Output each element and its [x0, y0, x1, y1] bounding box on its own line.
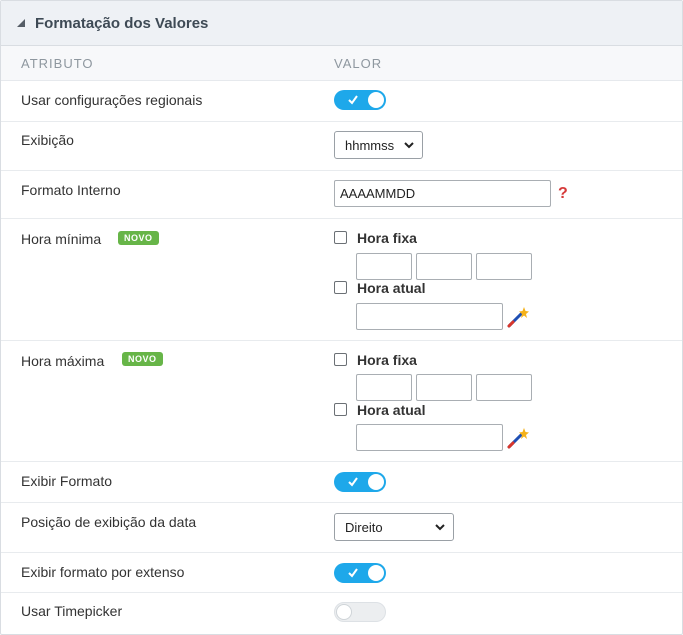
hora-minima-hour-input[interactable]: [356, 253, 412, 280]
chevron-down-icon: [404, 142, 414, 149]
row-exibir-formato: Exibir Formato: [1, 462, 682, 503]
toggle-knob: [368, 565, 384, 581]
hora-minima-current-checkbox[interactable]: [334, 281, 347, 294]
exibir-formato-label: Exibir Formato: [21, 473, 113, 489]
check-icon: [348, 568, 358, 578]
formatting-panel: Formatação dos Valores ATRIBUTO VALOR Us…: [0, 0, 683, 635]
triangle-collapse-icon[interactable]: [16, 18, 26, 28]
row-hora-minima: Hora mínima NOVO Hora fixa Hora atual: [1, 219, 682, 341]
new-badge: NOVO: [122, 352, 163, 366]
formato-interno-label: Formato Interno: [21, 182, 121, 198]
chevron-down-icon: [435, 524, 445, 531]
posicao-selected-value: Direito: [345, 520, 383, 535]
por-extenso-label: Exibir formato por extenso: [21, 564, 185, 580]
hora-minima-current-label[interactable]: Hora atual: [357, 280, 425, 296]
hora-maxima-second-input[interactable]: [476, 374, 532, 401]
posicao-data-label: Posição de exibição da data: [21, 514, 197, 530]
column-header: ATRIBUTO VALOR: [1, 46, 682, 81]
row-regional-settings: Usar configurações regionais: [1, 81, 682, 122]
timepicker-toggle[interactable]: [334, 602, 386, 622]
hora-minima-current-input[interactable]: [356, 303, 503, 330]
hora-minima-second-input[interactable]: [476, 253, 532, 280]
formato-interno-input[interactable]: AAAAMMDD: [334, 180, 551, 207]
hora-maxima-hour-input[interactable]: [356, 374, 412, 401]
row-por-extenso: Exibir formato por extenso: [1, 553, 682, 593]
attribute-column-label: ATRIBUTO: [21, 56, 94, 71]
exibicao-select[interactable]: hhmmss: [334, 131, 423, 159]
regional-settings-label: Usar configurações regionais: [21, 92, 203, 108]
hora-minima-label: Hora mínima: [21, 231, 102, 247]
hora-minima-fixed-label[interactable]: Hora fixa: [357, 230, 417, 246]
hora-maxima-fixed-label[interactable]: Hora fixa: [357, 352, 417, 368]
row-hora-maxima: Hora máxima NOVO Hora fixa Hora atual: [1, 341, 682, 462]
question-mark-icon[interactable]: ?: [558, 185, 568, 203]
hora-maxima-fixed-checkbox[interactable]: [334, 353, 347, 366]
value-column-label: VALOR: [334, 56, 383, 71]
exibicao-label: Exibição: [21, 132, 74, 148]
exibir-formato-toggle[interactable]: [334, 472, 386, 492]
exibicao-selected-value: hhmmss: [345, 138, 395, 153]
hora-maxima-current-checkbox[interactable]: [334, 403, 347, 416]
row-formato-interno: Formato Interno AAAAMMDD ?: [1, 171, 682, 219]
regional-settings-toggle[interactable]: [334, 90, 386, 110]
new-badge: NOVO: [118, 231, 159, 245]
magic-wand-icon[interactable]: [506, 305, 530, 329]
row-posicao-data: Posição de exibição da data Direito: [1, 503, 682, 553]
por-extenso-toggle[interactable]: [334, 563, 386, 583]
magic-wand-icon[interactable]: [506, 426, 530, 450]
check-icon: [348, 95, 358, 105]
toggle-knob: [368, 92, 384, 108]
panel-header[interactable]: Formatação dos Valores: [1, 1, 682, 46]
timepicker-label: Usar Timepicker: [21, 603, 123, 619]
row-timepicker: Usar Timepicker: [1, 593, 682, 633]
hora-maxima-label: Hora máxima: [21, 353, 105, 369]
hora-minima-minute-input[interactable]: [416, 253, 472, 280]
posicao-data-select[interactable]: Direito: [334, 513, 454, 541]
hora-maxima-current-label[interactable]: Hora atual: [357, 402, 425, 418]
check-icon: [348, 477, 358, 487]
formato-interno-value: AAAAMMDD: [340, 186, 416, 201]
toggle-knob: [368, 474, 384, 490]
hora-minima-fixed-checkbox[interactable]: [334, 231, 347, 244]
toggle-knob: [336, 604, 352, 620]
row-exibicao: Exibição hhmmss: [1, 122, 682, 171]
hora-maxima-current-input[interactable]: [356, 424, 503, 451]
panel-title: Formatação dos Valores: [35, 15, 209, 32]
hora-maxima-minute-input[interactable]: [416, 374, 472, 401]
